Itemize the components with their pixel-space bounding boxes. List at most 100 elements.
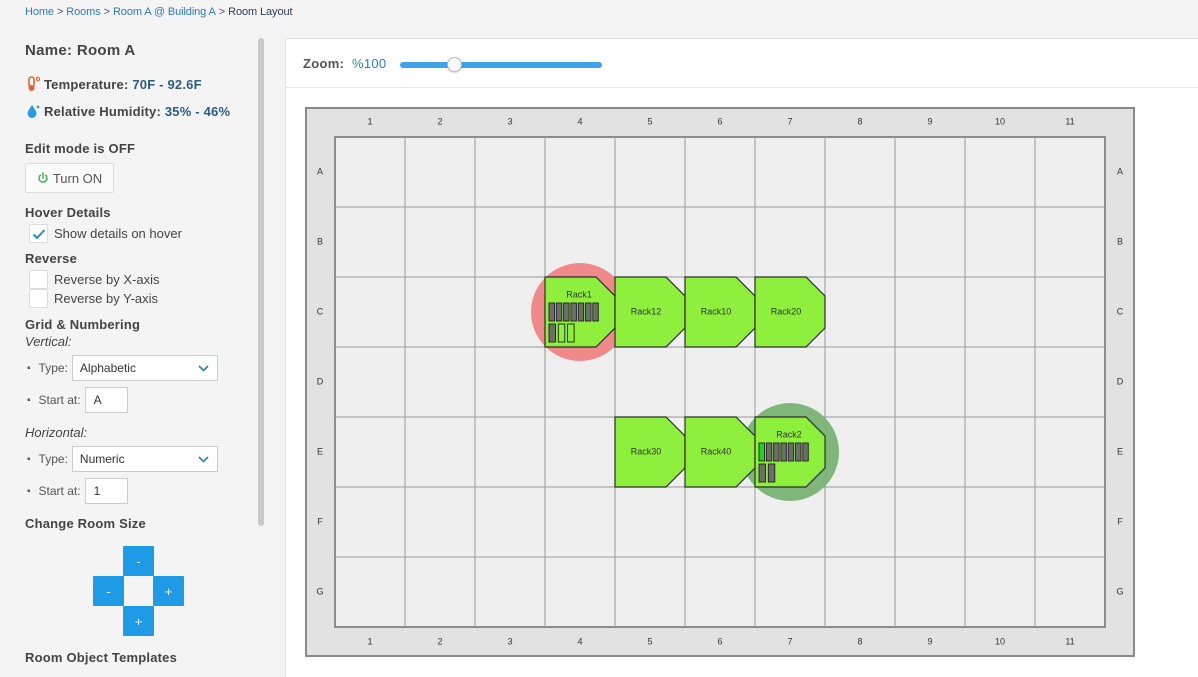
rack-unit <box>585 302 592 322</box>
room-grid[interactable]: 11223344556677889910101111A AB BC CD DE EF FG G… <box>305 107 1135 657</box>
column-label-top: 7 <box>787 116 792 126</box>
reverse-x-checkbox[interactable] <box>29 270 48 289</box>
rack-unit <box>557 323 566 343</box>
vertical-type-label: Type: <box>38 361 68 375</box>
horizontal-start-row: ▪ Start at: 1 <box>27 478 128 504</box>
breadcrumb-separator: > <box>218 6 226 18</box>
breadcrumb-room-link[interactable]: Room A @ Building A <box>113 6 216 18</box>
zoom-label: Zoom: <box>303 56 345 71</box>
add-row-button[interactable]: + <box>123 606 154 636</box>
rack-unit <box>592 302 599 322</box>
vertical-start-label: Start at: <box>38 393 81 407</box>
shrink-rows-button[interactable]: - <box>123 546 154 576</box>
add-column-button[interactable]: + <box>153 576 184 606</box>
breadcrumb: Home > Rooms > Room A @ Building A > Room Layo… <box>25 6 293 18</box>
sidebar-scrollbar[interactable] <box>258 38 264 526</box>
humidity-label: Relative Humidity: <box>44 104 162 119</box>
change-room-size-title: Change Room Size <box>25 516 146 531</box>
horizontal-type-row: ▪ Type: Numeric <box>27 446 218 472</box>
water-drop-icon <box>27 105 40 118</box>
temperature-row: Temperature: 70F - 92.6F <box>25 76 202 92</box>
rack-unit <box>795 442 802 462</box>
humidity-value: 35% - 46% <box>164 104 231 119</box>
column-label-bottom: 9 <box>927 636 932 646</box>
rack-unit <box>787 442 795 462</box>
show-details-checkbox[interactable] <box>29 224 48 243</box>
chevron-down-icon <box>198 364 209 372</box>
column-label-bottom: 11 <box>1065 636 1074 646</box>
horizontal-type-select[interactable]: Numeric <box>71 446 218 472</box>
column-label-bottom: 1 <box>367 636 372 646</box>
show-details-option[interactable]: Show details on hover <box>29 224 182 243</box>
column-label-bottom: 7 <box>787 636 792 646</box>
divider <box>286 87 1198 88</box>
row-label-right: G <box>1116 586 1123 596</box>
breadcrumb-current: Room Layout <box>228 6 293 18</box>
rack-unit <box>780 442 787 462</box>
row-label-left: C <box>317 306 324 316</box>
horizontal-label: Horizontal: <box>25 425 88 440</box>
reverse-y-checkbox[interactable] <box>29 289 48 308</box>
rack-unit <box>548 323 556 343</box>
reverse-y-option[interactable]: Reverse by Y-axis <box>29 289 158 308</box>
column-label-top: 4 <box>577 116 582 126</box>
room-floor[interactable] <box>334 136 1106 628</box>
checkmark-icon <box>32 228 45 239</box>
rack-unit <box>548 302 555 322</box>
breadcrumb-separator: > <box>56 6 64 18</box>
horizontal-type-label: Type: <box>38 452 68 466</box>
row-label-left: B <box>317 236 323 246</box>
sidebar: Name: Room A Temperature: 70F - 92.6F Re… <box>0 30 268 677</box>
row-label-right: A <box>1117 166 1123 176</box>
reverse-x-option[interactable]: Reverse by X-axis <box>29 270 159 289</box>
column-label-top: 6 <box>717 116 722 126</box>
breadcrumb-separator: > <box>103 6 110 18</box>
turn-on-button[interactable]: Turn ON <box>25 163 114 193</box>
thermometer-icon <box>28 76 41 91</box>
zoom-slider[interactable] <box>400 62 602 68</box>
vertical-start-row: ▪ Start at: A <box>27 387 128 413</box>
rack-label: Rack10 <box>701 306 732 316</box>
reverse-title: Reverse <box>25 251 77 266</box>
edit-mode-title: Edit mode is OFF <box>25 141 136 156</box>
breadcrumb-rooms-link[interactable]: Rooms <box>66 6 100 18</box>
horizontal-start-input[interactable]: 1 <box>84 478 128 504</box>
column-label-bottom: 4 <box>577 636 582 646</box>
rack-label: Rack20 <box>771 306 802 316</box>
row-label-left: D <box>317 376 324 386</box>
column-label-top: 10 <box>995 116 1005 126</box>
horizontal-type-value: Numeric <box>79 452 125 466</box>
row-label-left: E <box>317 446 323 456</box>
vertical-type-select[interactable]: Alphabetic <box>71 355 218 381</box>
rack-unit <box>773 442 780 462</box>
vertical-start-input[interactable]: A <box>84 387 128 413</box>
row-label-right: D <box>1117 376 1124 386</box>
horizontal-start-label: Start at: <box>38 484 81 498</box>
column-label-top: 5 <box>647 116 652 126</box>
rack-unit <box>563 302 570 322</box>
shrink-columns-button[interactable]: - <box>93 576 124 606</box>
rack-unit <box>555 302 563 322</box>
column-label-top: 9 <box>927 116 932 126</box>
column-label-bottom: 3 <box>507 636 512 646</box>
column-label-bottom: 8 <box>857 636 862 646</box>
breadcrumb-home-link[interactable]: Home <box>25 6 54 18</box>
power-icon <box>38 172 48 183</box>
column-label-bottom: 5 <box>647 636 652 646</box>
humidity-row: Relative Humidity: 35% - 46% <box>25 103 230 119</box>
column-label-bottom: 2 <box>437 636 442 646</box>
column-label-top: 2 <box>437 116 442 126</box>
reverse-y-label: Reverse by Y-axis <box>54 291 159 306</box>
chevron-down-icon <box>198 455 209 463</box>
vertical-type-value: Alphabetic <box>79 361 136 375</box>
temperature-label: Temperature: <box>44 77 129 92</box>
rack-label: Rack12 <box>631 306 662 316</box>
show-details-label: Show details on hover <box>54 226 182 241</box>
zoom-slider-handle[interactable] <box>447 57 463 72</box>
room-object-templates-title: Room Object Templates <box>25 650 178 665</box>
rack-unit <box>765 442 773 462</box>
rack-label: Rack2 <box>776 429 802 439</box>
column-label-top: 11 <box>1065 116 1074 126</box>
rack-unit <box>758 442 765 462</box>
hover-details-title: Hover Details <box>25 205 111 220</box>
